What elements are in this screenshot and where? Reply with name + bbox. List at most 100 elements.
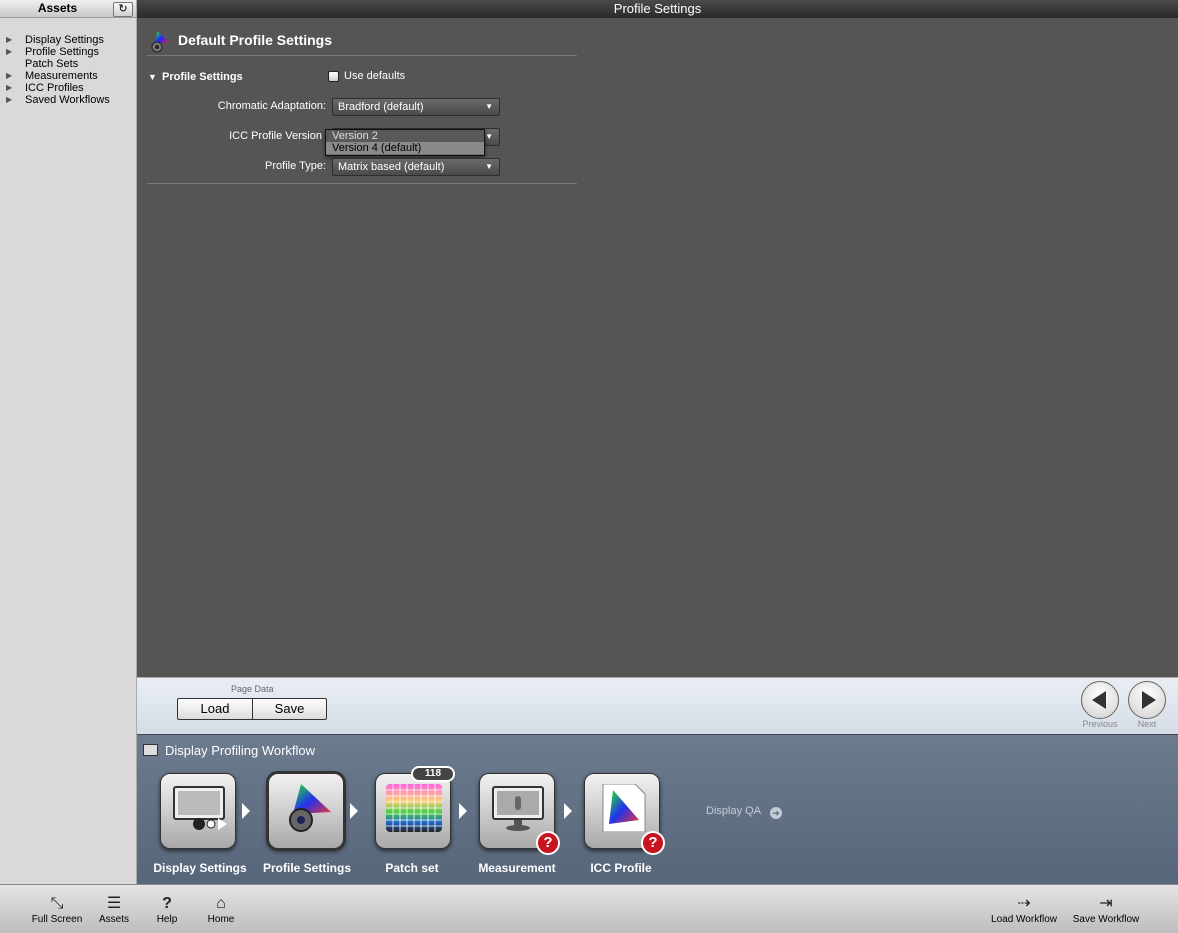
question-mark-icon: ? <box>162 895 172 912</box>
chromatic-adaptation-label: Chromatic Adaptation: <box>217 100 326 112</box>
step-arrow-icon <box>242 803 250 819</box>
disclosure-triangle-icon[interactable]: ▶ <box>6 34 12 46</box>
profile-type-select[interactable]: Matrix based (default) ▼ <box>332 158 500 176</box>
disclosure-triangle-icon[interactable]: ▶ <box>6 94 12 106</box>
page-title: Default Profile Settings <box>178 32 333 48</box>
chevron-down-icon: ▼ <box>485 132 493 141</box>
monitor-icon <box>143 744 158 756</box>
load-workflow-button[interactable]: ⇢ Load Workflow <box>988 895 1060 925</box>
dropdown-option-version-2[interactable]: Version 2 <box>326 130 484 142</box>
home-icon: ⌂ <box>216 895 226 912</box>
tree-item-display-settings[interactable]: ▶ Display Settings <box>5 34 110 46</box>
step-label-measurement: Measurement <box>478 861 556 875</box>
save-button[interactable]: Save <box>252 698 327 720</box>
tree-item-label: Display Settings <box>25 34 104 46</box>
window-title-bar: Profile Settings <box>137 0 1178 18</box>
icc-profile-version-label: ICC Profile Version <box>229 130 322 142</box>
next-label: Next <box>1137 719 1157 729</box>
list-icon: ☰ <box>106 895 122 912</box>
previous-button[interactable] <box>1081 681 1119 719</box>
full-screen-button[interactable]: ⤡ Full Screen <box>30 895 84 925</box>
step-display-settings[interactable] <box>160 773 236 849</box>
next-button[interactable] <box>1128 681 1166 719</box>
icc-profile-document-icon <box>602 784 646 832</box>
section-title: Profile Settings <box>162 71 243 83</box>
workflow-title: Display Profiling Workflow <box>165 743 316 758</box>
step-label-patch-set: Patch set <box>385 861 439 875</box>
step-arrow-icon <box>459 803 467 819</box>
load-workflow-icon: ⇢ <box>1017 895 1031 912</box>
step-label-icc-profile: ICC Profile <box>590 861 652 875</box>
section-divider <box>147 183 577 184</box>
tree-item-patch-sets[interactable]: Patch Sets <box>5 58 110 70</box>
refresh-icon: ↻ <box>118 3 128 15</box>
refresh-button[interactable]: ↻ <box>113 2 133 17</box>
full-screen-label: Full Screen <box>31 914 83 925</box>
icc-profile-version-dropdown: Version 2 Version 4 (default) <box>325 129 485 156</box>
chromatic-adaptation-value: Bradford (default) <box>338 101 424 113</box>
assets-sidebar: Assets ↻ ▶ Display Settings ▶ Profile Sett… <box>0 0 137 884</box>
section-collapse-icon[interactable]: ▼ <box>148 72 157 82</box>
tree-item-saved-workflows[interactable]: ▶ Saved Workflows <box>5 94 110 106</box>
help-button[interactable]: ? Help <box>150 895 184 925</box>
load-button[interactable]: Load <box>177 698 253 720</box>
home-button[interactable]: ⌂ Home <box>202 895 240 925</box>
load-workflow-label: Load Workflow <box>991 914 1057 925</box>
step-arrow-icon <box>350 803 358 819</box>
tree-item-label: Measurements <box>25 70 98 82</box>
chevron-down-icon: ▼ <box>485 162 493 171</box>
page-data-bar: Page Data Load Save Previous Next <box>137 677 1178 734</box>
bottom-toolbar: ⤡ Full Screen ☰ Assets ? Help ⌂ Home ⇢ L… <box>0 884 1178 933</box>
arrow-right-icon <box>1142 691 1156 709</box>
sidebar-title: Assets <box>37 1 78 15</box>
arrow-right-circle-icon[interactable]: ➔ <box>770 807 782 819</box>
step-patch-set[interactable] <box>375 773 451 849</box>
assets-label: Assets <box>98 914 129 925</box>
measurement-monitor-icon <box>492 786 544 831</box>
display-settings-icon <box>173 786 227 830</box>
display-qa-link[interactable]: Display QA <box>706 805 761 817</box>
workflow-panel: Display Profiling Workflow Display Setti… <box>137 734 1178 884</box>
disclosure-triangle-icon[interactable]: ▶ <box>6 82 12 94</box>
assets-button[interactable]: ☰ Assets <box>94 895 134 925</box>
warning-question-icon: ? <box>641 831 665 855</box>
warning-question-icon: ? <box>536 831 560 855</box>
main-panel: Default Profile Settings ▼ Profile Setti… <box>137 18 1178 677</box>
tree-item-label: Patch Sets <box>25 58 79 70</box>
save-workflow-icon: ⇥ <box>1099 895 1113 912</box>
profile-settings-icon <box>289 784 331 832</box>
tree-item-label: Saved Workflows <box>25 94 110 106</box>
dropdown-option-version-4[interactable]: Version 4 (default) <box>326 142 484 154</box>
chromatic-adaptation-select[interactable]: Bradford (default) ▼ <box>332 98 500 116</box>
use-defaults-label: Use defaults <box>344 70 406 82</box>
disclosure-triangle-icon[interactable]: ▶ <box>6 70 12 82</box>
disclosure-triangle-icon[interactable]: ▶ <box>6 46 12 58</box>
patch-grid-icon <box>386 784 442 832</box>
step-label-display-settings: Display Settings <box>153 861 247 875</box>
tree-item-icc-profiles[interactable]: ▶ ICC Profiles <box>5 82 110 94</box>
sidebar-header: Assets ↻ <box>0 0 136 18</box>
arrow-left-icon <box>1092 691 1106 709</box>
tree-item-measurements[interactable]: ▶ Measurements <box>5 70 110 82</box>
home-label: Home <box>207 914 235 925</box>
expand-icon: ⤡ <box>50 895 64 912</box>
tree-item-label: ICC Profiles <box>25 82 84 94</box>
step-profile-settings[interactable] <box>268 773 344 849</box>
window-title: Profile Settings <box>613 1 702 16</box>
profile-type-value: Matrix based (default) <box>338 161 445 173</box>
previous-label: Previous <box>1082 719 1118 729</box>
page-data-label: Page Data <box>231 684 274 694</box>
page-title-row: Default Profile Settings <box>147 28 577 56</box>
use-defaults-checkbox[interactable] <box>328 71 339 82</box>
patch-count-badge: 118 <box>411 766 455 782</box>
profile-type-label: Profile Type: <box>265 160 326 172</box>
color-gamut-icon <box>151 31 169 53</box>
step-arrow-icon <box>564 803 572 819</box>
tree-item-profile-settings[interactable]: ▶ Profile Settings <box>5 46 110 58</box>
step-label-profile-settings: Profile Settings <box>262 861 351 875</box>
help-label: Help <box>156 914 178 925</box>
save-workflow-button[interactable]: ⇥ Save Workflow <box>1070 895 1142 925</box>
save-workflow-label: Save Workflow <box>1072 914 1140 925</box>
chevron-down-icon: ▼ <box>485 102 493 111</box>
tree-item-label: Profile Settings <box>25 46 99 58</box>
